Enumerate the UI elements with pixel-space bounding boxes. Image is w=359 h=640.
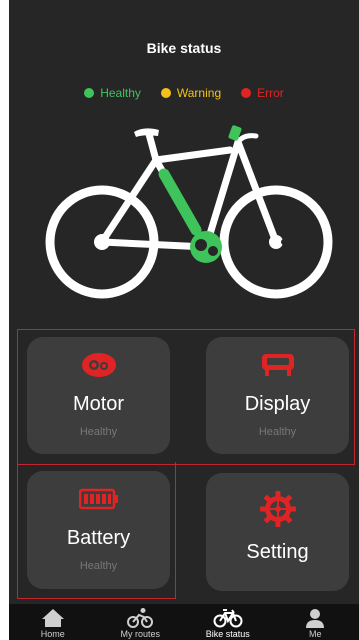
tab-my-routes-label: My routes: [120, 629, 160, 639]
tab-home[interactable]: Home: [18, 604, 88, 640]
tab-me[interactable]: Me: [280, 604, 350, 640]
legend-healthy: Healthy: [84, 86, 141, 100]
gear-icon: [259, 491, 296, 527]
healthy-dot-icon: [84, 88, 95, 98]
bike-status-screen: Bike status Healthy Warning Error Motor …: [9, 0, 359, 640]
tab-bike-status[interactable]: Bike status: [193, 604, 263, 640]
setting-label: Setting: [246, 541, 309, 563]
motor-part: [190, 231, 222, 263]
warning-dot-icon: [160, 88, 171, 98]
setting-card[interactable]: Setting: [206, 473, 349, 591]
motor-status: Healthy: [79, 426, 118, 438]
battery-label: Battery: [66, 527, 131, 549]
error-dot-icon: [241, 88, 252, 98]
display-label: Display: [244, 393, 311, 415]
handlebar: [235, 133, 259, 145]
motor-card[interactable]: Motor Healthy: [27, 337, 170, 454]
page-title: Bike status: [146, 40, 222, 56]
bike-frame: [98, 130, 280, 251]
bicycle-icon: [213, 609, 243, 628]
front-disc: [281, 239, 287, 245]
display-status: Healthy: [258, 426, 297, 438]
legend-error: Error: [241, 86, 284, 100]
battery-card[interactable]: Battery Healthy: [27, 471, 170, 589]
tab-my-routes[interactable]: My routes: [105, 604, 175, 640]
tab-me-label: Me: [308, 629, 322, 639]
battery-part: [158, 168, 202, 236]
legend-warning: Warning: [160, 86, 222, 100]
battery-icon: [78, 483, 119, 515]
display-card[interactable]: Display Healthy: [206, 337, 349, 454]
battery-status: Healthy: [79, 560, 118, 572]
bike-illustration: [45, 125, 333, 299]
motor-label: Motor: [72, 393, 125, 415]
display-icon: [261, 349, 295, 381]
bottom-tab-bar: Home My routes Bike status Me: [9, 604, 359, 640]
tab-home-label: Home: [40, 629, 65, 639]
home-icon: [41, 609, 64, 627]
legend-error-label: Error: [257, 86, 284, 100]
motor-icon: [81, 349, 117, 381]
person-icon: [306, 609, 325, 628]
cyclist-icon: [127, 608, 154, 628]
tab-bike-status-label: Bike status: [205, 629, 250, 639]
legend-warning-label: Warning: [176, 86, 222, 100]
legend-healthy-label: Healthy: [100, 86, 141, 100]
status-legend: Healthy Warning Error: [9, 86, 359, 100]
